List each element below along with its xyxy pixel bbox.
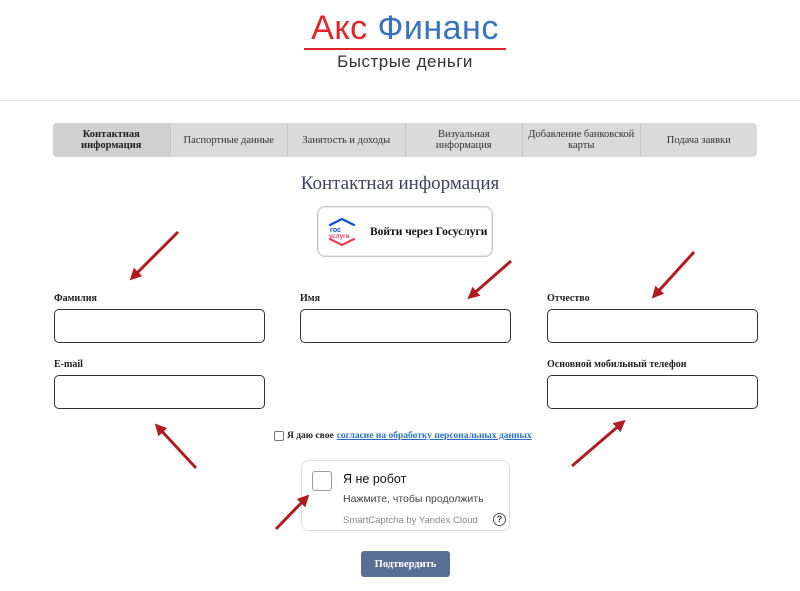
gosuslugi-icon-text-bottom: услуги xyxy=(329,233,350,240)
consent-row: Я даю свое согласие на обработку персона… xyxy=(274,431,532,441)
step-employment-income[interactable]: Занятость и доходы xyxy=(288,123,406,157)
step-passport-data[interactable]: Паспортные данные xyxy=(171,123,288,157)
step-visual-info[interactable]: Визуальная информация xyxy=(406,123,523,157)
header-divider xyxy=(0,100,800,101)
captcha-checkbox[interactable] xyxy=(312,471,332,491)
consent-text: Я даю свое xyxy=(287,431,334,441)
captcha-title: Я не робот xyxy=(343,472,407,486)
middle-name-label: Отчество xyxy=(547,293,590,304)
logo-word-aks: Акс xyxy=(311,9,368,47)
phone-label: Основной мобильный телефон xyxy=(547,359,687,370)
logo-word-finans: Финанс xyxy=(377,9,499,47)
consent-checkbox[interactable] xyxy=(274,431,284,441)
phone-input[interactable] xyxy=(547,375,758,409)
first-name-input[interactable] xyxy=(300,309,511,343)
logo-title: Акс Финанс xyxy=(300,8,510,48)
gosuslugi-login-button[interactable]: гос услуги Войти через Госуслуги xyxy=(317,206,493,257)
first-name-label: Имя xyxy=(300,293,320,304)
step-add-bank-card[interactable]: Добавление банковской карты xyxy=(523,123,641,157)
steps-bar: Контактная информация Паспортные данные … xyxy=(53,123,757,157)
consent-link[interactable]: согласие на обработку персональных данны… xyxy=(337,431,532,441)
gosuslugi-login-label: Войти через Госуслуги xyxy=(370,225,488,238)
page-title: Контактная информация xyxy=(300,173,500,194)
email-label: E-mail xyxy=(54,359,83,370)
step-submit-application[interactable]: Подача заявки xyxy=(641,123,758,157)
last-name-input[interactable] xyxy=(54,309,265,343)
last-name-label: Фамилия xyxy=(54,293,97,304)
arrow-last-name xyxy=(129,230,180,281)
email-input[interactable] xyxy=(54,375,265,409)
middle-name-input[interactable] xyxy=(547,309,758,343)
arrow-first-name xyxy=(467,259,512,300)
arrow-email xyxy=(154,423,198,470)
captcha-help-icon[interactable]: ? xyxy=(493,513,506,526)
submit-button[interactable]: Подтвердить xyxy=(361,551,450,577)
logo-tagline: Быстрые деньги xyxy=(337,52,473,71)
captcha-brand: SmartCaptcha by Yandex Cloud xyxy=(343,515,478,526)
arrow-middle-name xyxy=(651,250,696,299)
captcha-subtitle: Нажмите, чтобы продолжить xyxy=(343,493,484,505)
gosuslugi-icon: гос услуги xyxy=(328,217,356,246)
smart-captcha: Я не робот Нажмите, чтобы продолжить Sma… xyxy=(301,460,510,531)
logo: Акс Финанс Быстрые деньги xyxy=(300,8,510,72)
arrow-phone xyxy=(571,419,626,468)
logo-underline xyxy=(304,48,506,50)
step-contact-info[interactable]: Контактная информация xyxy=(53,123,171,157)
